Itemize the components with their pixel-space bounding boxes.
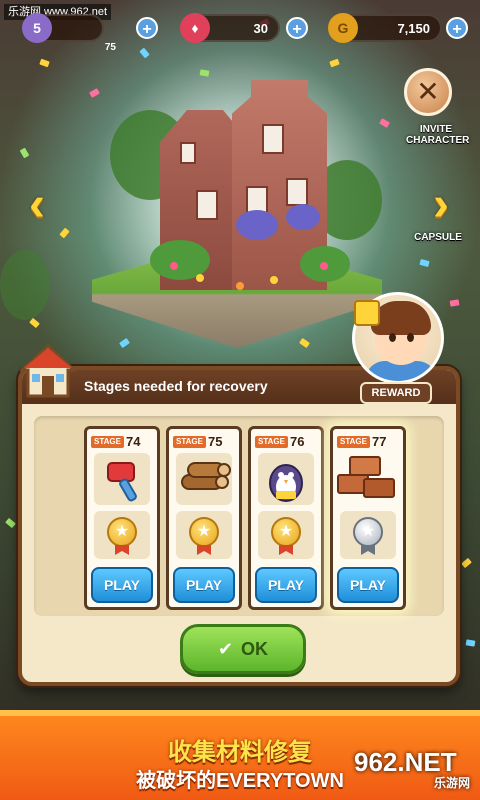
resource-bar: 5 75 + ♦ 30 + G 7,150 + bbox=[0, 13, 480, 53]
stage-number: 75 bbox=[207, 434, 223, 450]
flower bbox=[320, 262, 328, 270]
penguin-icon bbox=[269, 464, 303, 502]
stage-number: 76 bbox=[289, 434, 305, 450]
material-slot bbox=[258, 453, 314, 505]
gem-icon: ♦ bbox=[180, 13, 210, 43]
add-coin-button[interactable]: + bbox=[446, 17, 468, 39]
stage-number: 77 bbox=[371, 434, 387, 450]
medal-ribbon bbox=[279, 545, 293, 555]
gold-medal-icon: ★ bbox=[189, 517, 219, 547]
medal-slot: ★ bbox=[340, 511, 396, 559]
stage-list: STAGE 74 ★ PLAY STAGE 75 ★ PLAY STAGE 76… bbox=[34, 416, 444, 616]
house-window bbox=[196, 190, 218, 220]
medal-ribbon bbox=[115, 545, 129, 555]
stage-card: STAGE 75 ★ PLAY bbox=[166, 426, 242, 610]
bricks-icon bbox=[337, 456, 395, 498]
level-sub-value: 75 bbox=[104, 42, 116, 53]
medal-slot: ★ bbox=[94, 511, 150, 559]
previous-arrow-button[interactable]: ‹ bbox=[20, 180, 54, 230]
check-icon: ✔ bbox=[217, 639, 234, 659]
confetti bbox=[465, 639, 476, 647]
puzzle-piece-icon bbox=[354, 300, 380, 326]
gold-medal-icon: ★ bbox=[271, 517, 301, 547]
banner-stripe bbox=[0, 710, 480, 716]
coin-counter: G 7,150 bbox=[328, 13, 442, 43]
gem-counter: ♦ 30 bbox=[180, 13, 280, 43]
stage-card-current: STAGE 77 ★ PLAY bbox=[330, 426, 406, 610]
play-stage-74-button[interactable]: PLAY bbox=[91, 567, 153, 603]
coin-icon: G bbox=[328, 13, 358, 43]
gold-medal-icon: ★ bbox=[107, 517, 137, 547]
stage-header: STAGE 77 bbox=[337, 433, 386, 449]
medal-ribbon bbox=[361, 545, 375, 555]
stage-header: STAGE 75 bbox=[173, 433, 222, 449]
flower bbox=[270, 276, 278, 284]
site-logo: 962.NET 乐游网 bbox=[354, 748, 476, 792]
home-icon bbox=[20, 344, 76, 398]
dialog-title: Stages needed for recovery bbox=[84, 378, 268, 394]
ok-button[interactable]: ✔ OK bbox=[180, 624, 306, 674]
stage-label: STAGE bbox=[91, 435, 124, 448]
level-icon: 5 bbox=[22, 13, 52, 43]
stage-card: STAGE 76 ★ PLAY bbox=[248, 426, 324, 610]
flower-bush bbox=[236, 210, 278, 240]
avatar-eye bbox=[389, 333, 396, 342]
recovery-dialog: Stages needed for recovery STAGE 74 ★ PLA… bbox=[18, 366, 460, 686]
confetti bbox=[199, 69, 210, 77]
medal-ribbon bbox=[197, 545, 211, 555]
flower bbox=[236, 282, 244, 290]
stage-number: 74 bbox=[125, 434, 141, 450]
play-stage-77-button[interactable]: PLAY bbox=[337, 567, 399, 603]
material-slot bbox=[337, 453, 396, 505]
invite-character-label: INVITE CHARACTER bbox=[406, 124, 470, 146]
house-window bbox=[262, 124, 284, 154]
house-window bbox=[286, 178, 308, 206]
stage-label: STAGE bbox=[255, 435, 288, 448]
play-stage-76-button[interactable]: PLAY bbox=[255, 567, 317, 603]
stage-label: STAGE bbox=[337, 435, 370, 448]
flower-bush bbox=[286, 204, 320, 230]
next-arrow-button[interactable]: › bbox=[424, 180, 458, 230]
logs-icon bbox=[181, 462, 231, 490]
silver-medal-icon: ★ bbox=[353, 517, 383, 547]
flower bbox=[196, 274, 204, 282]
close-icon: ✕ bbox=[416, 76, 440, 107]
house-window bbox=[180, 142, 196, 164]
capsule-label[interactable]: CAPSULE bbox=[410, 232, 466, 243]
flower bbox=[170, 262, 178, 270]
site-logo-main: 962.NET bbox=[354, 747, 457, 777]
tree bbox=[0, 250, 50, 320]
medal-slot: ★ bbox=[176, 511, 232, 559]
ok-label: OK bbox=[241, 639, 269, 659]
stage-card: STAGE 74 ★ PLAY bbox=[84, 426, 160, 610]
add-energy-button[interactable]: + bbox=[136, 17, 158, 39]
hammer-icon bbox=[107, 462, 137, 502]
medal-slot: ★ bbox=[258, 511, 314, 559]
avatar-hair bbox=[371, 301, 431, 335]
material-slot bbox=[94, 453, 150, 505]
stage-label: STAGE bbox=[173, 435, 206, 448]
site-logo-sub: 乐游网 bbox=[433, 776, 470, 790]
stage-header: STAGE 74 bbox=[91, 433, 140, 449]
avatar-eye bbox=[407, 333, 414, 342]
material-slot bbox=[176, 453, 232, 505]
stage-header: STAGE 76 bbox=[255, 433, 304, 449]
reward-label: REWARD bbox=[360, 382, 432, 404]
play-stage-75-button[interactable]: PLAY bbox=[173, 567, 235, 603]
invite-character-button[interactable]: ✕ bbox=[404, 68, 452, 116]
add-gem-button[interactable]: + bbox=[286, 17, 308, 39]
gem-value: 30 bbox=[253, 21, 268, 36]
level-counter: 5 75 bbox=[22, 13, 116, 53]
coin-value: 7,150 bbox=[397, 21, 430, 36]
